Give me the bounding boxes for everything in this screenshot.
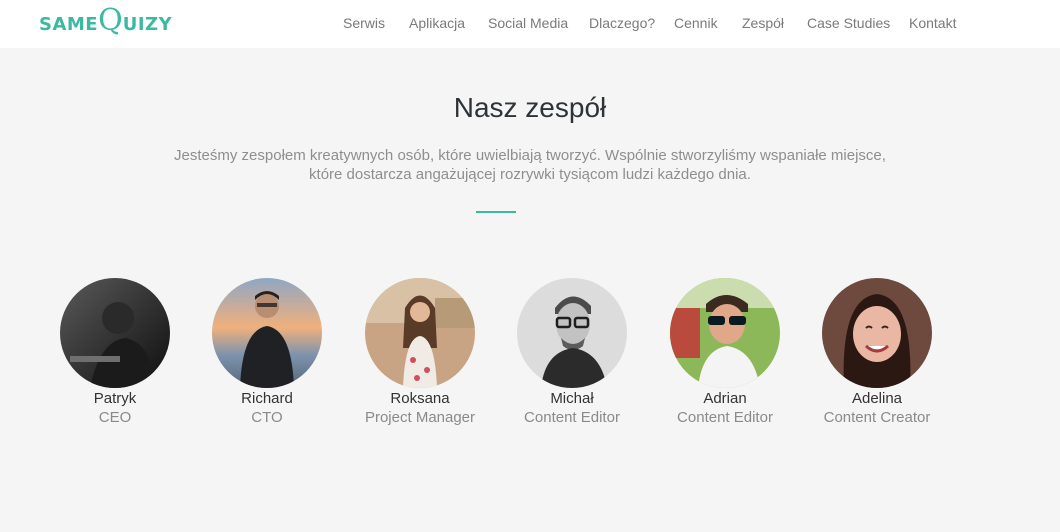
nav-link-serwis[interactable]: Serwis (343, 15, 385, 31)
accent-divider (476, 211, 516, 213)
member-role: Project Manager (364, 409, 476, 426)
avatar-adrian (670, 278, 780, 388)
member-role: CTO (251, 409, 283, 426)
member-name: Adelina (851, 390, 903, 407)
team-member-michal: Michał Content Editor (496, 278, 648, 427)
top-navigation-bar: SAME Q UIZY Serwis Aplikacja Social Medi… (0, 0, 1060, 48)
avatar-adelina (822, 278, 932, 388)
nav-link-dlaczego[interactable]: Dlaczego? (589, 15, 655, 31)
avatar-michal (517, 278, 627, 388)
member-role: Content Creator (823, 409, 931, 426)
team-member-patryk: Patryk CEO (39, 278, 191, 427)
nav-link-aplikacja[interactable]: Aplikacja (409, 15, 465, 31)
avatar-roksana (365, 278, 475, 388)
member-name: Adrian (703, 390, 747, 407)
team-member-adelina: Adelina Content Creator (801, 278, 953, 427)
member-role: Content Editor (677, 409, 773, 426)
nav-link-zespol[interactable]: Zespół (742, 15, 784, 31)
avatar-richard (212, 278, 322, 388)
section-title: Nasz zespół (453, 92, 607, 123)
nav-link-case-studies[interactable]: Case Studies (807, 15, 890, 31)
nav-link-kontakt[interactable]: Kontakt (909, 15, 956, 31)
member-role: CEO (98, 409, 132, 426)
nav-link-social-media[interactable]: Social Media (488, 15, 568, 31)
member-role: Content Editor (524, 409, 620, 426)
member-name: Richard (241, 390, 293, 407)
member-name: Michał (550, 390, 594, 407)
team-member-adrian: Adrian Content Editor (649, 278, 801, 427)
nav-link-cennik[interactable]: Cennik (674, 15, 718, 31)
section-description-line-2: które dostarcza angażującej rozrywki tys… (309, 166, 751, 183)
member-name: Patryk (93, 390, 137, 407)
team-member-roksana: Roksana Project Manager (344, 278, 496, 427)
avatar-patryk (60, 278, 170, 388)
team-member-richard: Richard CTO (191, 278, 343, 427)
section-description-line-1: Jesteśmy zespołem kreatywnych osób, któr… (174, 147, 886, 164)
main-nav: Serwis Aplikacja Social Media Dlaczego? … (0, 15, 1060, 33)
section-description: Jesteśmy zespołem kreatywnych osób, któr… (130, 146, 930, 184)
member-name: Roksana (390, 390, 450, 407)
